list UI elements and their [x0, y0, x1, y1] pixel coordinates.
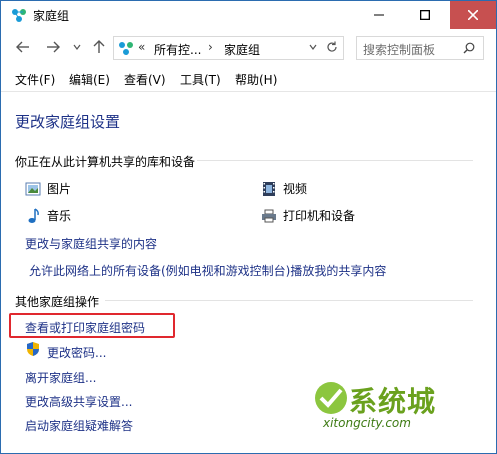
watermark-text: 系统城: [349, 385, 437, 418]
menu-file[interactable]: 文件(F): [15, 71, 55, 88]
watermark-logo: 系统城 xitongcity.com: [313, 376, 463, 436]
search-input[interactable]: 搜索控制面板: [363, 41, 435, 58]
menu-bar: 文件(F) 编辑(E) 查看(V) 工具(T) 帮助(H): [1, 67, 496, 89]
menu-help[interactable]: 帮助(H): [235, 71, 277, 88]
menu-edit[interactable]: 编辑(E): [69, 71, 110, 88]
share-section-heading: 你正在从此计算机共享的库和设备: [15, 155, 196, 169]
maximize-button[interactable]: [402, 1, 448, 29]
menu-view[interactable]: 查看(V): [124, 71, 166, 88]
homegroup-window: 家庭组 « 所有控... › 家庭组 搜索控制面板 文件(F) 编辑(E) 查看…: [0, 0, 497, 454]
homegroup-icon: [12, 9, 26, 22]
library-label: 音乐: [47, 209, 72, 223]
refresh-button[interactable]: [324, 39, 340, 55]
title-bar[interactable]: 家庭组: [1, 1, 496, 29]
back-button[interactable]: [13, 37, 33, 57]
search-icon[interactable]: [461, 40, 477, 56]
breadcrumb-homegroup[interactable]: 家庭组: [224, 41, 260, 58]
refresh-icon: [327, 41, 337, 52]
view-print-password-link[interactable]: 查看或打印家庭组密码: [25, 319, 145, 336]
troubleshooter-link[interactable]: 启动家庭组疑难解答: [25, 417, 133, 434]
chevron-down-icon: [73, 44, 81, 50]
music-icon: [25, 207, 41, 224]
forward-button[interactable]: [43, 37, 63, 57]
printer-icon: [261, 208, 277, 224]
breadcrumb-all-control-panel[interactable]: 所有控...: [154, 41, 201, 58]
library-label: 视频: [283, 182, 308, 196]
watermark-emblem-icon: [315, 382, 347, 414]
library-label: 图片: [47, 182, 72, 196]
minimize-icon: [374, 14, 384, 16]
address-bar[interactable]: « 所有控... › 家庭组: [113, 36, 344, 60]
change-shared-content-link[interactable]: 更改与家庭组共享的内容: [25, 235, 157, 252]
watermark-url: xitongcity.com: [323, 416, 411, 430]
search-box[interactable]: 搜索控制面板: [356, 36, 484, 60]
allow-devices-link[interactable]: 允许此网络上的所有设备(例如电视和游戏控制台)播放我的共享内容: [29, 262, 386, 279]
window-title: 家庭组: [33, 9, 70, 23]
forward-arrow-icon: [47, 41, 60, 53]
navigation-bar: « 所有控... › 家庭组 搜索控制面板: [1, 31, 496, 63]
close-icon: [468, 10, 478, 20]
chevron-down-icon: [309, 44, 317, 50]
library-music: 音乐: [25, 207, 71, 224]
library-videos: 视频: [261, 180, 307, 197]
page-title: 更改家庭组设置: [15, 113, 121, 131]
homegroup-small-icon: [119, 42, 133, 55]
section-divider: [105, 300, 473, 301]
close-button[interactable]: [450, 1, 496, 29]
section-divider: [197, 160, 473, 161]
advanced-sharing-link[interactable]: 更改高级共享设置...: [25, 393, 132, 410]
maximize-icon: [420, 10, 430, 20]
up-arrow-icon: [93, 40, 105, 53]
back-arrow-icon: [16, 41, 29, 53]
pictures-icon: [25, 181, 41, 197]
minimize-button[interactable]: [356, 1, 402, 29]
address-dropdown-button[interactable]: [306, 39, 320, 55]
breadcrumb-separator[interactable]: ›: [208, 40, 213, 54]
recent-locations-button[interactable]: [67, 37, 87, 57]
change-password-link[interactable]: 更改密码...: [47, 344, 106, 361]
leave-homegroup-link[interactable]: 离开家庭组...: [25, 369, 96, 386]
library-printers: 打印机和设备: [261, 207, 355, 224]
uac-shield-icon: [27, 342, 39, 356]
library-pictures: 图片: [25, 180, 71, 197]
menu-tools[interactable]: 工具(T): [180, 71, 221, 88]
up-button[interactable]: [89, 37, 109, 57]
library-label: 打印机和设备: [283, 209, 356, 223]
other-actions-heading: 其他家庭组操作: [15, 295, 100, 309]
overflow-chevron[interactable]: «: [138, 40, 145, 54]
videos-icon: [261, 181, 277, 197]
